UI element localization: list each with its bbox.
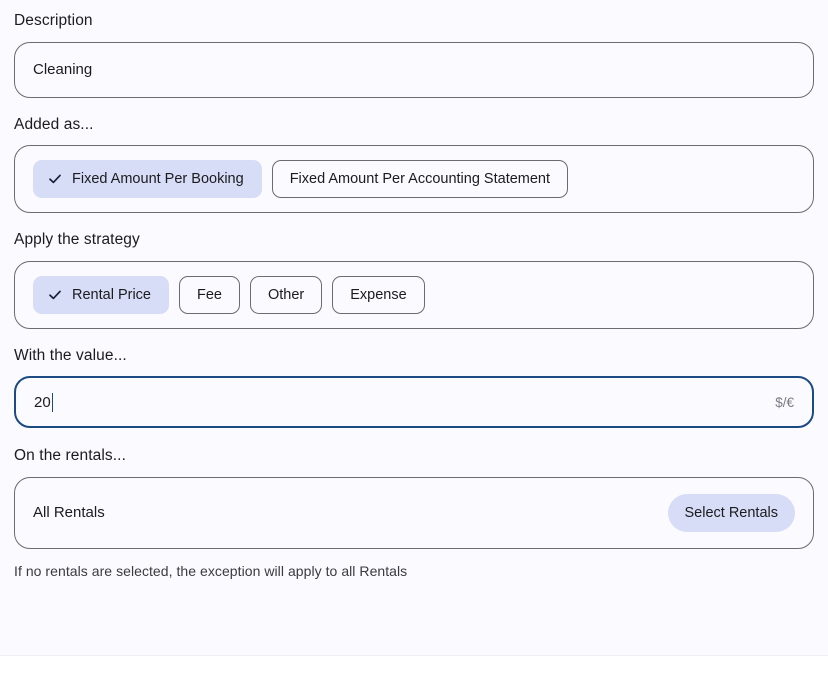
value-label: With the value... (14, 346, 127, 364)
rentals-summary: All Rentals (33, 504, 105, 521)
text-caret (51, 392, 54, 412)
value-input-text: 20 (34, 392, 54, 412)
value-input-value: 20 (34, 393, 51, 411)
rentals-selector: All Rentals Select Rentals (14, 476, 814, 549)
rentals-section: On the rentals... All Rentals Select Ren… (14, 428, 814, 579)
check-icon (48, 288, 62, 302)
strategy-option-group: Rental Price Fee Other Expense (14, 260, 814, 329)
added-as-option-label: Fixed Amount Per Accounting Statement (289, 171, 551, 187)
select-rentals-button[interactable]: Select Rentals (667, 493, 795, 532)
added-as-option-group: Fixed Amount Per Booking Fixed Amount Pe… (14, 145, 814, 213)
added-as-option-fixed-amount-per-booking[interactable]: Fixed Amount Per Booking (33, 160, 262, 198)
value-input[interactable]: 20 $/€ (14, 376, 814, 428)
strategy-option-label: Rental Price (72, 286, 151, 303)
rentals-helper-text: If no rentals are selected, the exceptio… (14, 562, 408, 579)
strategy-section: Apply the strategy Rental Price Fee Othe… (14, 213, 814, 329)
exception-form-panel: Description Cleaning Added as... Fixed A… (0, 0, 828, 656)
strategy-option-expense[interactable]: Expense (332, 275, 425, 314)
strategy-option-label: Other (267, 286, 305, 303)
added-as-option-fixed-amount-per-accounting-statement[interactable]: Fixed Amount Per Accounting Statement (271, 160, 569, 198)
description-input-value: Cleaning (33, 61, 93, 78)
added-as-section: Added as... Fixed Amount Per Booking Fix… (14, 98, 814, 213)
check-icon (48, 172, 62, 186)
value-section: With the value... 20 $/€ (14, 329, 814, 428)
strategy-option-label: Fee (196, 286, 222, 303)
bottom-divider (0, 655, 828, 656)
strategy-option-label: Expense (350, 286, 407, 303)
added-as-option-label: Fixed Amount Per Booking (72, 171, 244, 187)
description-input[interactable]: Cleaning (14, 41, 814, 98)
currency-suffix: $/€ (775, 394, 794, 410)
description-section: Description Cleaning (14, 0, 814, 98)
strategy-option-rental-price[interactable]: Rental Price (33, 275, 169, 314)
strategy-option-other[interactable]: Other (249, 275, 323, 314)
strategy-option-fee[interactable]: Fee (178, 275, 240, 314)
rentals-label: On the rentals... (14, 447, 126, 464)
description-label: Description (14, 12, 93, 29)
strategy-label: Apply the strategy (14, 231, 140, 248)
added-as-label: Added as... (14, 115, 94, 133)
